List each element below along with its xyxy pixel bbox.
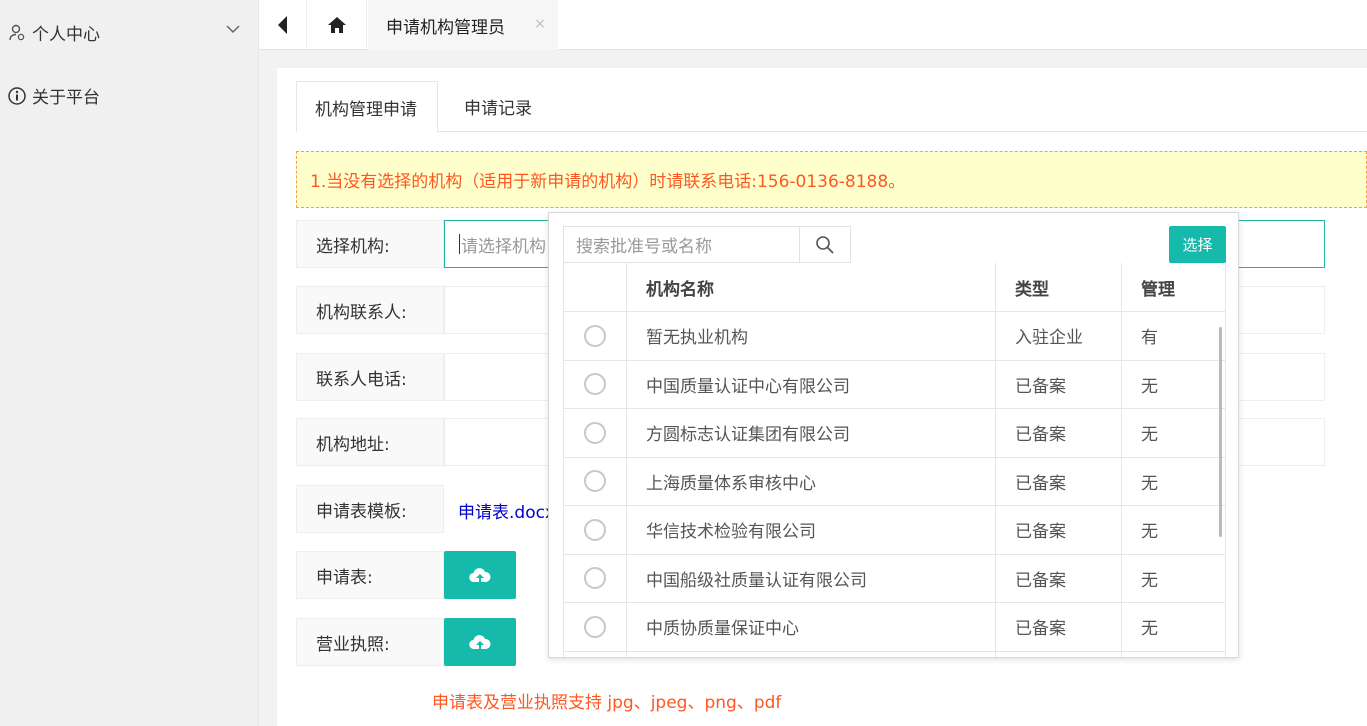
sidebar-item-label: 个人中心 [32, 25, 100, 45]
row-radio-cell [563, 408, 627, 458]
tab-label: 申请机构管理员 [386, 17, 505, 38]
org-type-cell: 已备案 [995, 554, 1122, 603]
org-search-placeholder: 搜索批准号或名称 [576, 237, 712, 257]
org-name-cell: 华信技术检验有限公司 [626, 505, 996, 555]
upload-format-hint: 申请表及营业执照支持 jpg、jpeg、png、pdf [432, 693, 782, 713]
row-radio-cell [563, 457, 627, 506]
sidebar: 个人中心 关于平台 [0, 0, 259, 726]
back-button[interactable] [259, 0, 307, 50]
sidebar-item-about[interactable]: 关于平台 [8, 83, 100, 108]
contact-label: 机构联系人: [296, 286, 444, 334]
row-radio-cell [563, 554, 627, 603]
text-cursor [459, 234, 460, 254]
license-label: 营业执照: [296, 618, 444, 666]
template-download-link[interactable]: 申请表.docx [458, 498, 555, 523]
select-org-label: 选择机构: [296, 220, 444, 268]
sidebar-item-personal-center[interactable]: 个人中心 [8, 20, 248, 45]
home-tab[interactable] [307, 0, 367, 50]
table-row[interactable]: 暂无执业机构 入驻企业 有 [563, 311, 1226, 361]
row-radio-cell [563, 651, 627, 657]
notice-banner: 1.当没有选择的机构（适用于新申请的机构）时请联系电话:156-0136-818… [296, 151, 1367, 208]
org-type-cell: 入驻企业 [995, 311, 1122, 361]
radio-button[interactable] [584, 470, 606, 493]
address-label: 机构地址: [296, 418, 444, 466]
org-manage-cell: 无 [1121, 457, 1226, 506]
radio-button[interactable] [584, 324, 606, 347]
cloud-upload-icon [469, 568, 491, 583]
org-manage-cell: 无 [1121, 505, 1226, 555]
org-manage-cell: 无 [1121, 602, 1226, 652]
org-name-cell: 中质协质量保证中心 [626, 602, 996, 652]
dropdown-scrollbar[interactable] [1219, 327, 1222, 537]
phone-label: 联系人电话: [296, 353, 444, 401]
tab-bar: 申请机构管理员 × [259, 0, 1367, 50]
form-tabs: 机构管理申请 申请记录 [296, 81, 1367, 133]
table-row[interactable]: 方圆标志认证集团有限公司 已备案 无 [563, 408, 1226, 458]
tab-org-admin-apply[interactable]: 机构管理申请 [296, 81, 438, 133]
org-manage-cell: 无 [1121, 408, 1226, 458]
empty-cell [995, 651, 1122, 657]
org-manage-cell: 无 [1121, 360, 1226, 409]
cloud-upload-icon [469, 635, 491, 650]
empty-cell [626, 651, 996, 657]
tab-apply-records[interactable]: 申请记录 [446, 81, 550, 132]
org-manage-cell: 无 [1121, 554, 1226, 603]
org-name-cell: 上海质量体系审核中心 [626, 457, 996, 506]
org-select-dropdown: 搜索批准号或名称 选择 机构名称 类型 管理 暂无执业机构 入驻企业 有 中国质… [548, 212, 1239, 658]
select-org-placeholder: 请选择机构 [461, 236, 546, 257]
user-gear-icon [9, 24, 25, 40]
org-type-cell: 已备案 [995, 360, 1122, 409]
template-label: 申请表模板: [296, 485, 444, 533]
row-radio-cell [563, 505, 627, 555]
close-icon[interactable]: × [534, 16, 546, 32]
chevron-down-icon[interactable] [226, 24, 240, 34]
radio-column-header [563, 263, 627, 312]
row-radio-cell [563, 602, 627, 652]
org-name-cell: 中国船级社质量认证有限公司 [626, 554, 996, 603]
table-row[interactable]: 中质协质量保证中心 已备案 无 [563, 602, 1226, 652]
org-search-input[interactable]: 搜索批准号或名称 [563, 226, 800, 263]
org-name-cell: 暂无执业机构 [626, 311, 996, 361]
row-radio-cell [563, 360, 627, 409]
table-row-partial [563, 651, 1226, 657]
table-row[interactable]: 中国质量认证中心有限公司 已备案 无 [563, 360, 1226, 409]
table-row[interactable]: 中国船级社质量认证有限公司 已备案 无 [563, 554, 1226, 603]
org-type-cell: 已备案 [995, 602, 1122, 652]
home-icon [327, 17, 346, 33]
radio-button[interactable] [584, 567, 606, 590]
table-row[interactable]: 华信技术检验有限公司 已备案 无 [563, 505, 1226, 555]
sidebar-item-label: 关于平台 [32, 88, 100, 108]
empty-cell [1121, 651, 1226, 657]
org-name-cell: 方圆标志认证集团有限公司 [626, 408, 996, 458]
info-icon [8, 86, 26, 105]
org-name-cell: 中国质量认证中心有限公司 [626, 360, 996, 409]
radio-button[interactable] [584, 421, 606, 444]
upload-application-button[interactable] [444, 551, 516, 599]
table-header-row: 机构名称 类型 管理 [563, 263, 1226, 312]
upload-license-button[interactable] [444, 618, 516, 666]
org-type-cell: 已备案 [995, 505, 1122, 555]
caret-left-icon [277, 16, 287, 34]
column-header-manage: 管理 [1121, 263, 1226, 312]
org-table: 机构名称 类型 管理 暂无执业机构 入驻企业 有 中国质量认证中心有限公司 已备… [563, 263, 1226, 657]
column-header-org-name: 机构名称 [626, 263, 996, 312]
application-label: 申请表: [296, 551, 444, 599]
tab-apply-org-admin[interactable]: 申请机构管理员 × [368, 0, 558, 50]
search-button[interactable] [799, 226, 851, 263]
table-row[interactable]: 上海质量体系审核中心 已备案 无 [563, 457, 1226, 506]
radio-button[interactable] [584, 518, 606, 541]
column-header-type: 类型 [995, 263, 1122, 312]
org-type-cell: 已备案 [995, 457, 1122, 506]
org-manage-cell: 有 [1121, 311, 1226, 361]
select-button[interactable]: 选择 [1169, 226, 1226, 263]
radio-button[interactable] [584, 615, 606, 638]
radio-button[interactable] [584, 373, 606, 396]
org-type-cell: 已备案 [995, 408, 1122, 458]
search-icon [816, 235, 834, 254]
row-radio-cell [563, 311, 627, 361]
